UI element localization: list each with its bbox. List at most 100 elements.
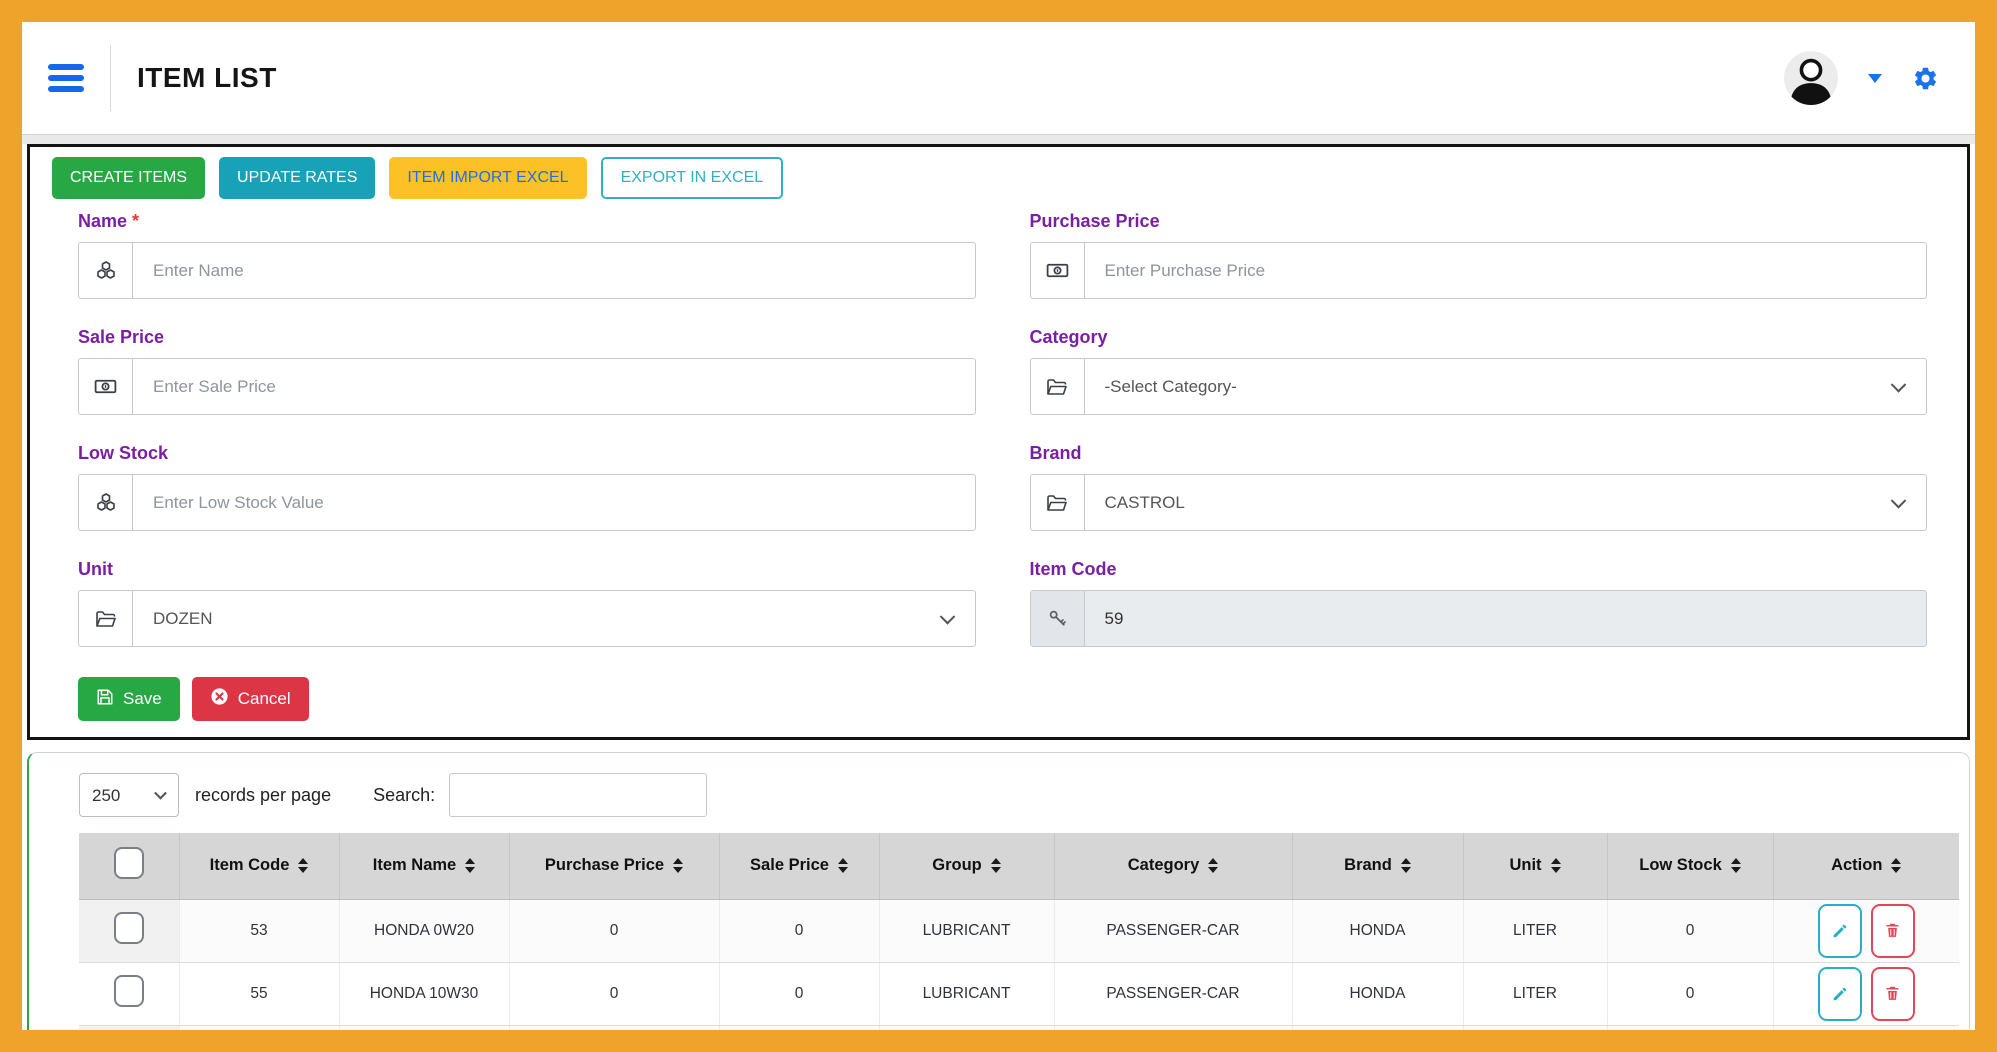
menu-icon[interactable] [48,64,84,92]
delete-button[interactable] [1871,967,1915,1021]
row-checkbox[interactable] [114,912,144,944]
col-item-code[interactable]: Item Code [179,833,339,899]
cell-category: PASSENGER-CAR [1054,962,1292,1025]
header-bottom-strip [22,134,1975,144]
item-code-field-group: Item Code [1030,559,1928,647]
item-code-input [1085,591,1927,646]
col-item-name[interactable]: Item Name [339,833,509,899]
purchase-price-field-group: Purchase Price [1030,211,1928,299]
brand-label: Brand [1030,443,1928,464]
col-purchase-price[interactable]: Purchase Price [509,833,719,899]
unit-select[interactable]: DOZEN [133,591,975,646]
item-form: Name * Purchase Price [52,211,1927,675]
edit-button[interactable] [1818,967,1862,1021]
money-bill-icon [1031,243,1085,298]
cell-item-name: HONDA 10W30 [339,962,509,1025]
category-field-group: Category -Select Category- [1030,327,1928,415]
name-input[interactable] [133,243,975,298]
sale-price-field-group: Sale Price [78,327,976,415]
sort-icon [1401,858,1411,873]
user-avatar[interactable] [1784,51,1838,105]
table-row-partial [79,1025,1959,1052]
cell-unit: LITER [1463,962,1607,1025]
sale-price-label: Sale Price [78,327,976,348]
delete-button[interactable] [1871,904,1915,958]
cell-purchase-price: 0 [509,899,719,962]
export-in-excel-button[interactable]: EXPORT IN EXCEL [601,157,784,199]
sale-price-input[interactable] [133,359,975,414]
table-row: 53 HONDA 0W20 0 0 LUBRICANT PASSENGER-CA… [79,899,1959,962]
item-table-panel: 250 records per page Search: Item Code I… [27,752,1970,1052]
col-sale-price[interactable]: Sale Price [719,833,879,899]
item-import-excel-button[interactable]: ITEM IMPORT EXCEL [389,157,586,199]
save-icon [96,688,114,711]
cell-item-name: HONDA 0W20 [339,899,509,962]
page-size-select[interactable]: 250 [79,773,179,817]
low-stock-field-group: Low Stock [78,443,976,531]
item-code-label: Item Code [1030,559,1928,580]
col-category[interactable]: Category [1054,833,1292,899]
brand-field-group: Brand CASTROL [1030,443,1928,531]
sort-icon [1551,858,1561,873]
cell-low-stock: 0 [1607,899,1773,962]
cancel-icon [210,687,229,711]
cell-brand: HONDA [1292,962,1463,1025]
item-form-panel: CREATE ITEMS UPDATE RATES ITEM IMPORT EX… [27,144,1970,740]
save-button[interactable]: Save [78,677,180,721]
folder-icon [1031,475,1085,530]
cell-purchase-price: 0 [509,962,719,1025]
col-brand[interactable]: Brand [1292,833,1463,899]
cell-group: LUBRICANT [879,899,1054,962]
required-asterisk: * [132,211,139,231]
records-per-page-label: records per page [195,785,331,806]
update-rates-button[interactable]: UPDATE RATES [219,157,375,199]
cell-unit: LITER [1463,899,1607,962]
sort-icon [838,858,848,873]
name-field-group: Name * [78,211,976,299]
cell-item-code: 53 [179,899,339,962]
header: ITEM LIST [22,22,1975,134]
edit-icon [1831,985,1849,1003]
form-actions: Save Cancel [52,677,1927,721]
table-controls: 250 records per page Search: [79,773,1939,817]
purchase-price-label: Purchase Price [1030,211,1928,232]
purchase-price-input[interactable] [1085,243,1927,298]
header-actions [1784,51,1939,105]
sort-icon [298,858,308,873]
col-unit[interactable]: Unit [1463,833,1607,899]
low-stock-input[interactable] [133,475,975,530]
table-header-row: Item Code Item Name Purchase Price Sale … [79,833,1959,899]
sort-icon [1891,858,1901,873]
cell-group: LUBRICANT [879,962,1054,1025]
cell-sale-price: 0 [719,899,879,962]
header-divider [110,45,111,111]
low-stock-label: Low Stock [78,443,976,464]
cancel-button[interactable]: Cancel [192,677,309,721]
category-label: Category [1030,327,1928,348]
settings-gear-icon[interactable] [1912,65,1939,92]
cubes-icon [79,475,133,530]
chevron-down-icon[interactable] [1868,74,1882,83]
unit-field-group: Unit DOZEN [78,559,976,647]
edit-button[interactable] [1818,904,1862,958]
cell-item-code: 55 [179,962,339,1025]
key-icon [1031,591,1085,646]
sort-icon [991,858,1001,873]
folder-icon [79,591,133,646]
brand-select[interactable]: CASTROL [1085,475,1927,530]
col-group[interactable]: Group [879,833,1054,899]
category-select[interactable]: -Select Category- [1085,359,1927,414]
name-label: Name * [78,211,976,232]
row-checkbox[interactable] [114,975,144,1007]
sort-icon [1208,858,1218,873]
page-title: ITEM LIST [137,62,277,94]
select-all-checkbox[interactable] [114,847,144,879]
folder-icon [1031,359,1085,414]
cell-brand: HONDA [1292,899,1463,962]
cell-category: PASSENGER-CAR [1054,899,1292,962]
table-row: 55 HONDA 10W30 0 0 LUBRICANT PASSENGER-C… [79,962,1959,1025]
search-input[interactable] [449,773,707,817]
create-items-button[interactable]: CREATE ITEMS [52,157,205,199]
col-action[interactable]: Action [1773,833,1959,899]
col-low-stock[interactable]: Low Stock [1607,833,1773,899]
